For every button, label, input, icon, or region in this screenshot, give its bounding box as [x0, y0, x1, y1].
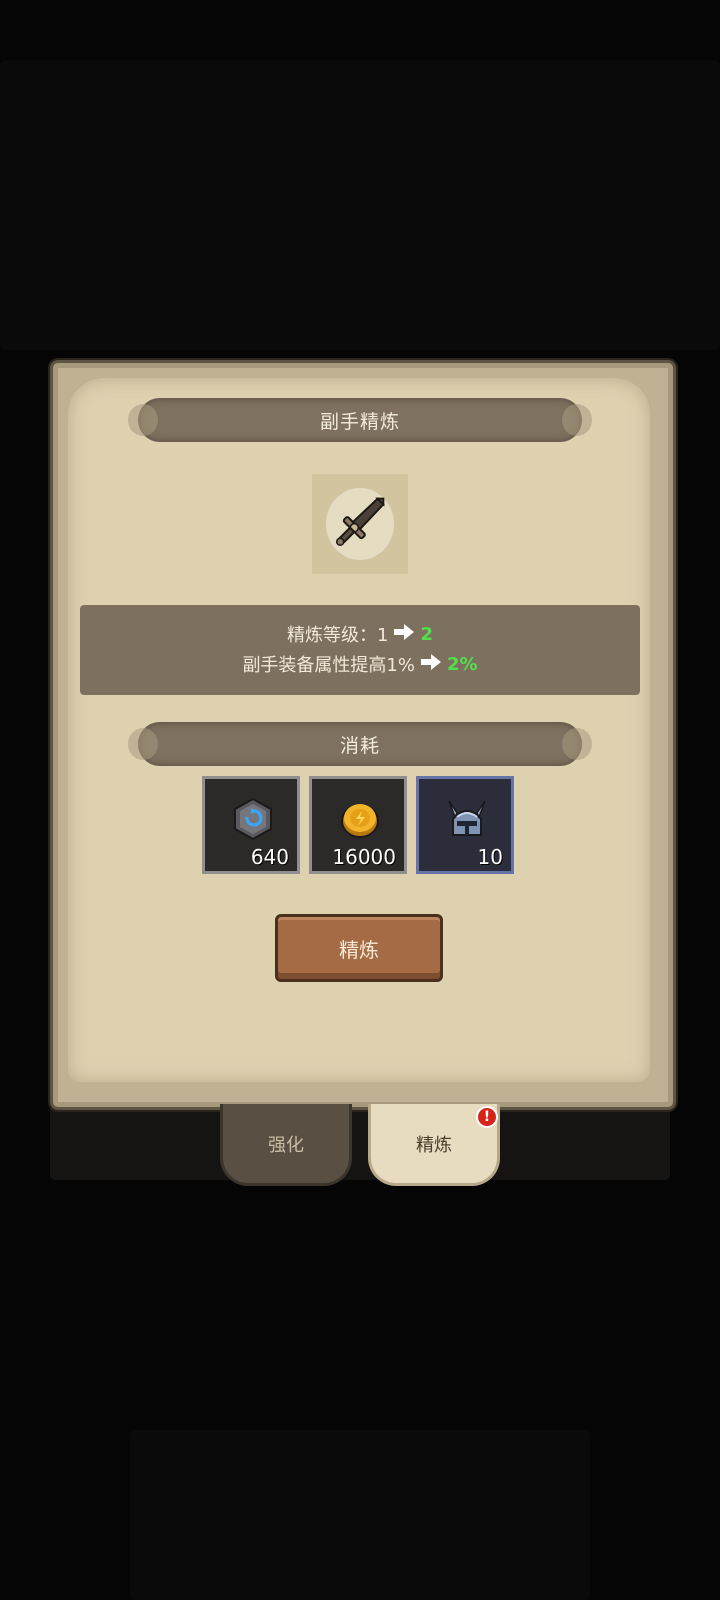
cost-slot-gold[interactable]: 16000: [309, 776, 407, 874]
cost-slot-refine-stone[interactable]: 640: [202, 776, 300, 874]
arrow-right-icon: [394, 623, 415, 645]
refine-level-label: 精炼等级：1: [287, 625, 389, 646]
cost-title-banner: 消耗: [128, 722, 592, 766]
cost-count: 10: [477, 845, 503, 869]
gold-coin-icon: [336, 795, 384, 847]
item-slot: [312, 474, 408, 574]
refine-bonus-label: 副手装备属性提高1%: [242, 655, 415, 676]
tab-enhance-label: 强化: [268, 1134, 304, 1156]
tab-enhance[interactable]: 强化: [220, 1104, 352, 1186]
sword-icon: [325, 487, 395, 561]
arrow-right-icon: [421, 653, 441, 675]
helmet-icon: [443, 795, 491, 847]
refine-button[interactable]: 精炼: [275, 914, 443, 982]
background-panel-bottom: [130, 1430, 590, 1600]
background-panel: [0, 60, 720, 350]
cost-count: 16000: [332, 845, 396, 869]
refine-bonus-row: 副手装备属性提高1% 2%: [80, 651, 640, 677]
tab-bar-background: [50, 1104, 670, 1180]
refine-button-label: 精炼: [339, 937, 379, 962]
refine-info-panel: 精炼等级：1 2 副手装备属性提高1% 2%: [80, 605, 640, 695]
refine-stone-icon: [229, 795, 277, 847]
notification-badge: !: [476, 1106, 498, 1128]
refine-bonus-next: 2%: [447, 653, 478, 675]
cost-slot-helmet[interactable]: 10: [416, 776, 514, 874]
cost-title: 消耗: [339, 734, 380, 757]
cost-count: 640: [250, 845, 289, 869]
badge-label: !: [483, 1109, 491, 1125]
refine-level-row: 精炼等级：1 2: [80, 621, 640, 647]
dialog-title: 副手精炼: [319, 410, 400, 433]
tab-refine-label: 精炼: [416, 1134, 452, 1156]
refine-level-next: 2: [420, 623, 433, 645]
dialog-title-banner: 副手精炼: [128, 398, 592, 442]
